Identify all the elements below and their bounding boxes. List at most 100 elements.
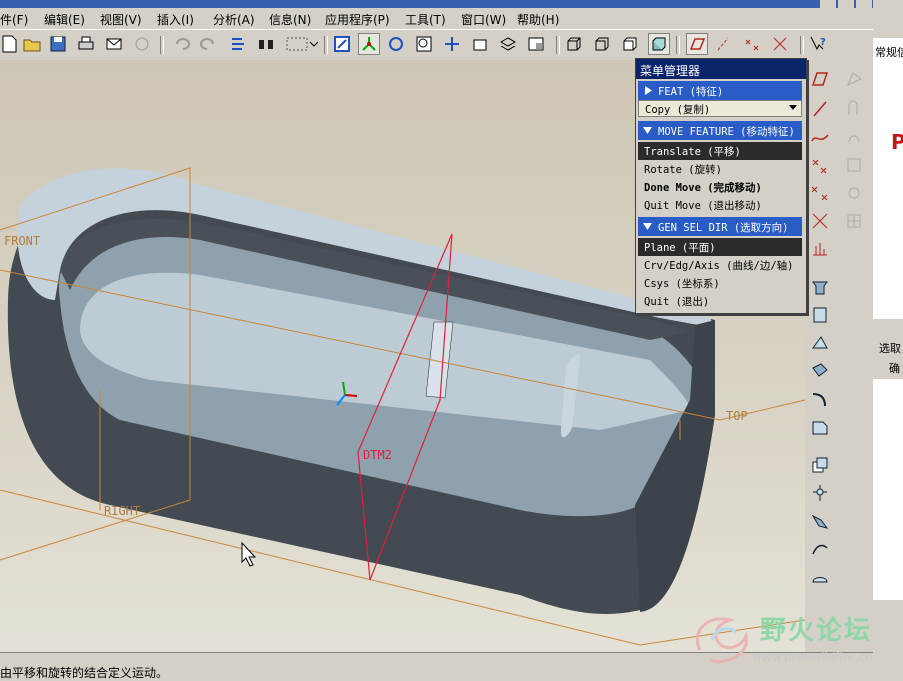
menu-help[interactable]: 帮助(H) xyxy=(517,11,559,28)
menu-item-translate[interactable]: Translate (平移) xyxy=(638,142,802,160)
watermark-text: 野火论坛 xyxy=(760,616,873,646)
coordinate-system-tool-icon[interactable] xyxy=(809,210,831,232)
datum-label-dtm2: DTM2 xyxy=(363,448,392,462)
move-feature-header-label: MOVE FEATURE (移动特征) xyxy=(658,126,795,138)
selection-filter-icon[interactable] xyxy=(284,34,318,54)
wireframe-icon[interactable] xyxy=(564,34,584,54)
menu-analysis[interactable]: 分析(A) xyxy=(213,11,255,28)
toolbar-separator xyxy=(324,36,328,54)
gen-sel-dir-header[interactable]: GEN SEL DIR (选取方向) xyxy=(638,217,802,236)
analysis-tool-icon[interactable] xyxy=(809,238,831,260)
new-file-icon[interactable] xyxy=(0,34,20,54)
draft-tool-icon[interactable] xyxy=(809,538,831,560)
sketch-tool-icon[interactable] xyxy=(843,68,865,90)
redo-icon[interactable] xyxy=(198,34,218,54)
menu-manager-titlebar[interactable]: 菜单管理器 xyxy=(636,59,806,79)
menu-edit[interactable]: 编辑(E) xyxy=(44,11,85,28)
menu-item-rotate[interactable]: Rotate (旋转) xyxy=(638,160,802,178)
chamfer-tool-icon[interactable] xyxy=(809,416,831,438)
extrude-tool-icon[interactable] xyxy=(809,276,831,298)
spin-center-icon[interactable] xyxy=(358,33,380,55)
menu-view[interactable]: 视图(V) xyxy=(100,11,142,28)
offset-point-tool-icon[interactable] xyxy=(809,182,831,204)
undo-icon[interactable] xyxy=(172,34,192,54)
menu-tools[interactable]: 工具(T) xyxy=(405,11,446,28)
menu-bar: 件(F) 编辑(E) 视图(V) 插入(I) 分析(A) 信息(N) 应用程序(… xyxy=(0,8,873,28)
datum-points-icon[interactable] xyxy=(742,34,762,54)
toolbar-separator xyxy=(676,36,680,54)
menu-manager-title: 菜单管理器 xyxy=(640,64,701,78)
menu-insert[interactable]: 插入(I) xyxy=(157,11,194,28)
datum-label-front: FRONT xyxy=(4,234,41,248)
regenerate-icon[interactable] xyxy=(228,34,248,54)
menu-item-plane[interactable]: Plane (平面) xyxy=(638,238,802,256)
menu-file[interactable]: 件(F) xyxy=(0,11,28,28)
revolve-tool-icon[interactable] xyxy=(809,304,831,326)
hidden-line-icon[interactable] xyxy=(592,34,612,54)
side-dialog-button[interactable]: 确 xyxy=(889,360,900,376)
menu-item-quit-move[interactable]: Quit Move (退出移动) xyxy=(638,196,802,214)
reorient-icon[interactable] xyxy=(498,34,518,54)
zoom-out-icon[interactable] xyxy=(442,34,462,54)
menu-item-label: Quit (退出) xyxy=(644,296,710,308)
datum-axis-tool-icon[interactable] xyxy=(809,98,831,120)
menu-item-crv-edg-axis[interactable]: Crv/Edg/Axis (曲线/边/轴) xyxy=(638,256,802,274)
menu-manager: 菜单管理器 FEAT (特征) Copy (复制) MOVE FEATURE (… xyxy=(635,58,807,314)
move-feature-header[interactable]: MOVE FEATURE (移动特征) xyxy=(638,121,802,140)
copy-dropdown[interactable]: Copy (复制) xyxy=(638,100,802,117)
round-tool-icon[interactable] xyxy=(809,388,831,410)
feat-header[interactable]: FEAT (特征) xyxy=(638,81,802,100)
menu-item-csys[interactable]: Csys (坐标系) xyxy=(638,274,802,292)
datum-curve-tool-icon[interactable] xyxy=(809,126,831,148)
feat-header-label: FEAT (特征) xyxy=(658,86,724,98)
side-dialog-label: 选取 xyxy=(879,342,901,355)
menu-item-label: Csys (坐标系) xyxy=(644,278,720,290)
save-icon[interactable] xyxy=(48,34,68,54)
status-message: 由平移和旋转的结合定义运动。 xyxy=(0,666,169,680)
menu-window[interactable]: 窗口(W) xyxy=(461,11,506,28)
menu-item-label: Rotate (旋转) xyxy=(644,164,722,176)
email-link-icon[interactable] xyxy=(132,34,152,54)
blend-tool-icon[interactable] xyxy=(809,360,831,382)
open-folder-icon[interactable] xyxy=(22,34,42,54)
menu-item-done-move[interactable]: Done Move (完成移动) xyxy=(638,178,802,196)
coordinate-systems-icon[interactable] xyxy=(770,34,790,54)
flame-logo-icon xyxy=(695,617,748,663)
email-icon[interactable] xyxy=(104,34,124,54)
collapse-arrow-icon xyxy=(643,223,652,230)
sweep-tool-icon[interactable] xyxy=(809,332,831,354)
menu-info[interactable]: 信息(N) xyxy=(269,11,311,28)
hole-tool-icon[interactable] xyxy=(809,454,831,476)
warp-tool-icon[interactable] xyxy=(809,566,831,588)
refit-icon[interactable] xyxy=(470,34,490,54)
repaint-icon[interactable] xyxy=(332,34,352,54)
menu-item-label: Quit Move (退出移动) xyxy=(644,200,762,212)
datum-planes-icon[interactable] xyxy=(686,33,708,55)
expand-arrow-icon xyxy=(645,86,652,95)
zoom-in-icon[interactable] xyxy=(414,34,434,54)
menu-item-label: Done Move (完成移动) xyxy=(644,182,762,194)
datum-point-tool-icon[interactable] xyxy=(809,154,831,176)
menu-applications[interactable]: 应用程序(P) xyxy=(325,11,390,28)
menu-item-quit[interactable]: Quit (退出) xyxy=(638,292,802,310)
chevron-down-icon xyxy=(789,105,797,110)
side-logo-letter: P xyxy=(891,130,903,154)
orient-mode-icon[interactable] xyxy=(386,34,406,54)
shell-tool-icon[interactable] xyxy=(809,482,831,504)
merge-tool-icon[interactable] xyxy=(843,154,865,176)
no-hidden-icon[interactable] xyxy=(620,34,640,54)
find-icon[interactable] xyxy=(256,34,276,54)
trim-tool-icon[interactable] xyxy=(843,182,865,204)
print-icon[interactable] xyxy=(76,34,96,54)
pattern-tool-icon[interactable] xyxy=(843,98,865,120)
mirror-tool-icon[interactable] xyxy=(843,126,865,148)
context-help-icon[interactable]: ? xyxy=(808,34,828,54)
shading-icon[interactable] xyxy=(648,33,670,55)
rib-tool-icon[interactable] xyxy=(809,510,831,532)
saved-views-icon[interactable] xyxy=(526,34,546,54)
datum-axes-icon[interactable] xyxy=(714,34,734,54)
side-window-label: 常规信 xyxy=(875,46,903,59)
intersect-tool-icon[interactable] xyxy=(843,210,865,232)
datum-plane-tool-icon[interactable] xyxy=(809,68,831,90)
copy-dropdown-value: Copy (复制) xyxy=(645,104,711,116)
